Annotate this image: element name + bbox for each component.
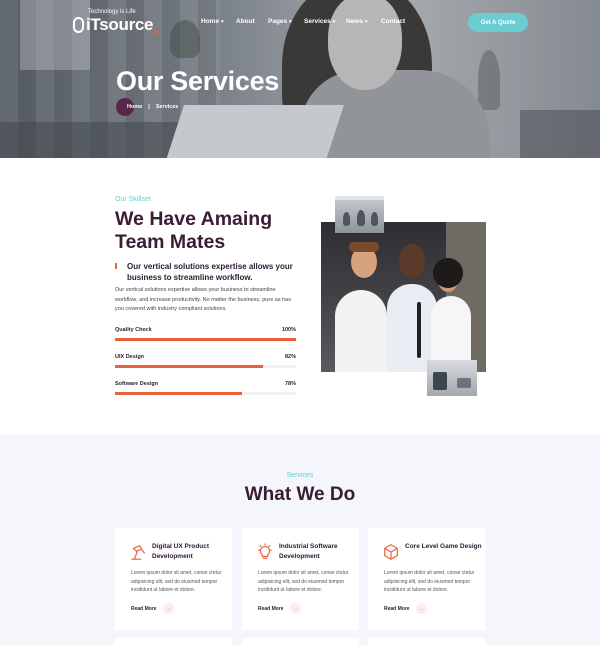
lightbulb-icon — [258, 543, 272, 559]
read-more-link[interactable]: Read More → — [131, 603, 174, 614]
service-card-next-row — [368, 638, 485, 645]
cube-icon — [384, 544, 398, 560]
skillset-lead: Our vertical solutions expertise allows … — [115, 261, 305, 283]
nav-item-pages[interactable]: Pages ▾ — [268, 18, 292, 25]
main-navigation: Technology is Life iTsource Home ▾ About … — [0, 0, 600, 44]
page-title: Our Services — [116, 66, 280, 96]
arrow-right-icon: → — [289, 603, 301, 614]
services-eyebrow: Services — [286, 472, 314, 479]
skill-uix-design: UIX Design 82% — [115, 354, 296, 370]
service-card-title: Digital UX Product Development — [152, 543, 210, 560]
skill-percent: 78% — [284, 381, 296, 387]
skill-percent: 100% — [281, 327, 296, 333]
arrow-right-icon: → — [415, 603, 427, 614]
progress-fill — [115, 338, 296, 341]
skill-software-design: Software Design 78% — [115, 381, 296, 397]
nav-item-about[interactable]: About — [236, 18, 255, 25]
service-card-text: Lorem ipsum dolor sit amet, conse ctetur… — [258, 570, 349, 593]
breadcrumb-home-link[interactable]: Home — [127, 104, 142, 110]
progress-fill — [115, 365, 264, 368]
breadcrumb: Home | Services — [116, 98, 178, 116]
skill-percent: 82% — [284, 354, 296, 360]
lamp-icon — [131, 545, 145, 560]
service-card-title: Industrial Software Development — [279, 543, 338, 560]
skillset-paragraph: Our vertical solutions expertise allows … — [115, 287, 291, 312]
logo-tagline: Technology is Life — [88, 9, 136, 15]
skill-quality-check: Quality Check 100% — [115, 327, 296, 343]
service-card: Core Level Game Design Lorem ipsum dolor… — [368, 528, 485, 630]
skill-label: Quality Check — [115, 327, 152, 333]
chevron-down-icon: ▾ — [221, 19, 224, 25]
office-photo-small — [335, 196, 384, 233]
chevron-down-icon: ▾ — [364, 19, 368, 25]
lead-accent-bar — [115, 263, 117, 269]
breadcrumb-separator: | — [148, 104, 150, 110]
breadcrumb-current: Services — [155, 104, 179, 110]
logo-text: iTsource — [86, 15, 154, 34]
services-title: What We Do — [244, 484, 356, 505]
team-photo — [321, 222, 486, 372]
site-logo[interactable]: Technology is Life iTsource — [73, 9, 159, 34]
service-card-text: Lorem ipsum dolor sit amet, conse ctetur… — [384, 570, 475, 593]
desk-photo-small — [427, 360, 477, 396]
nav-item-home[interactable]: Home ▾ — [201, 18, 224, 25]
nav-item-news[interactable]: News ▾ — [346, 18, 368, 25]
service-card: Industrial Software Development Lorem ip… — [242, 528, 359, 630]
nav-item-services[interactable]: Services ▾ — [304, 18, 335, 25]
service-card-title: Core Level Game Design — [405, 543, 482, 550]
service-card-next-row — [242, 638, 359, 645]
progress-track — [115, 392, 296, 395]
logo-dot-icon — [154, 30, 159, 34]
skill-label: UIX Design — [115, 354, 145, 360]
nav-item-contact[interactable]: Contact — [381, 18, 405, 25]
skill-label: Software Design — [115, 381, 159, 387]
skillset-title: We Have Amaing Team Mates — [115, 208, 273, 253]
progress-fill — [115, 392, 242, 395]
service-card: Digital UX Product Development Lorem ips… — [115, 528, 232, 630]
service-card-next-row — [115, 638, 232, 645]
hero-banner: Technology is Life iTsource Home ▾ About … — [0, 0, 600, 158]
skillset-eyebrow: Our Skillset — [115, 196, 151, 203]
arrow-right-icon: → — [162, 603, 174, 614]
read-more-link[interactable]: Read More → — [384, 603, 427, 614]
progress-track — [115, 365, 296, 368]
service-card-text: Lorem ipsum dolor sit amet, conse ctetur… — [131, 570, 222, 593]
chevron-down-icon: ▾ — [332, 19, 336, 25]
read-more-link[interactable]: Read More → — [258, 603, 301, 614]
progress-track — [115, 338, 296, 341]
chevron-down-icon: ▾ — [289, 19, 292, 25]
logo-mouse-icon — [73, 17, 84, 33]
get-a-quote-button[interactable]: Get A Quote — [468, 13, 528, 32]
